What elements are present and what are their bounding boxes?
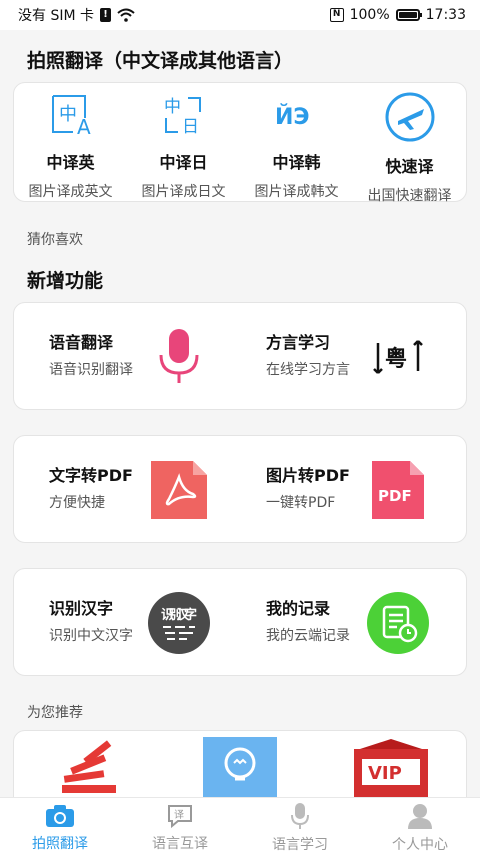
recognize-chars-name: 识别汉字 xyxy=(49,599,114,618)
dialect-learn-desc: 在线学习方言 xyxy=(266,362,350,378)
zh-ko-icon: ЙЭ xyxy=(269,91,325,139)
recognize-chars-desc: 识别中文汉字 xyxy=(49,628,133,644)
recommend-card: VIP xyxy=(13,730,467,797)
nfc-icon: N xyxy=(329,8,344,22)
photo-translate-card: 中 A 中译英 图片译成英文 中 日 中译日 图片译成日文 ЙЭ 中译韩 图片译… xyxy=(13,82,467,204)
carrier-text: 没有 SIM 卡 xyxy=(18,8,94,24)
tab-language-learning[interactable]: 语言学习 xyxy=(240,798,360,853)
zh-ja-button[interactable]: 中 日 中译日 图片译成日文 xyxy=(127,83,240,201)
zh-en-desc: 图片译成英文 xyxy=(28,184,113,200)
status-bar: 没有 SIM 卡 ! N 100% 17:33 xyxy=(0,0,480,30)
text-to-pdf-name: 文字转PDF xyxy=(49,466,133,485)
svg-text:PDF: PDF xyxy=(378,487,412,505)
zh-ko-desc: 图片译成韩文 xyxy=(254,184,339,200)
text-to-pdf-button[interactable]: 文字转PDF 方便快捷 xyxy=(14,436,240,542)
tab-language-learning-label: 语言学习 xyxy=(272,837,328,853)
feature-card-3: 识别汉字 识别中文汉字 识别汉字 我的记录 我的云端记录 xyxy=(13,568,467,676)
tab-language-translate-label: 语言互译 xyxy=(152,836,208,852)
camera-icon xyxy=(45,802,75,829)
quick-translate-button[interactable]: 快速译 出国快速翻译 xyxy=(353,83,466,204)
airplane-icon xyxy=(382,91,438,143)
vip-app-icon: VIP xyxy=(353,739,428,797)
chinese-characters-icon: 识别汉字 xyxy=(147,591,211,655)
quick-translate-desc: 出国快速翻译 xyxy=(367,188,452,204)
recommend-item-3[interactable]: VIP xyxy=(351,737,431,797)
zh-ko-button[interactable]: ЙЭ 中译韩 图片译成韩文 xyxy=(240,83,353,201)
tab-language-translate[interactable]: 译 语言互译 xyxy=(120,798,240,853)
image-to-pdf-name: 图片转PDF xyxy=(266,466,350,485)
voice-translate-name: 语音翻译 xyxy=(49,333,114,352)
svg-text:VIP: VIP xyxy=(368,763,402,784)
records-clock-icon xyxy=(366,591,430,655)
sim-alert-icon: ! xyxy=(100,8,111,22)
pdf-acrobat-icon xyxy=(147,458,211,522)
svg-text:ЙЭ: ЙЭ xyxy=(275,104,310,130)
text-to-pdf-desc: 方便快捷 xyxy=(49,495,105,511)
recognize-chars-button[interactable]: 识别汉字 识别中文汉字 识别汉字 xyxy=(14,569,240,675)
bottom-tab-bar: 拍照翻译 译 语言互译 语言学习 个人中心 xyxy=(0,797,480,853)
microphone-tab-icon xyxy=(285,802,315,830)
zh-ko-name: 中译韩 xyxy=(272,153,321,172)
svg-text:中: 中 xyxy=(59,104,77,125)
lightbulb-app-icon xyxy=(202,737,277,797)
clock: 17:33 xyxy=(425,7,466,23)
recommend-label: 为您推荐 xyxy=(27,705,83,721)
guess-label: 猜你喜欢 xyxy=(27,232,83,248)
quick-translate-name: 快速译 xyxy=(385,157,434,176)
new-features-title: 新增功能 xyxy=(27,270,104,292)
voice-translate-button[interactable]: 语音翻译 语音识别翻译 xyxy=(14,303,240,409)
my-records-desc: 我的云端记录 xyxy=(266,628,350,644)
chat-translate-icon: 译 xyxy=(165,802,195,829)
recommend-item-1[interactable] xyxy=(49,737,129,797)
person-icon xyxy=(405,802,435,830)
cantonese-icon: 粤 xyxy=(366,325,430,389)
svg-text:日: 日 xyxy=(182,117,199,137)
zh-en-button[interactable]: 中 A 中译英 图片译成英文 xyxy=(14,83,127,201)
stack-app-icon xyxy=(62,740,117,793)
tab-personal-center-label: 个人中心 xyxy=(392,837,448,853)
my-records-button[interactable]: 我的记录 我的云端记录 xyxy=(240,569,466,675)
zh-en-icon: 中 A xyxy=(43,91,99,139)
dialect-learn-name: 方言学习 xyxy=(266,333,331,352)
microphone-icon xyxy=(147,325,211,389)
status-left: 没有 SIM 卡 ! xyxy=(18,5,135,25)
status-right: N 100% 17:33 xyxy=(329,7,466,23)
svg-text:A: A xyxy=(77,115,91,138)
main-scroll[interactable]: 拍照翻译（中文译成其他语言） 中 A 中译英 图片译成英文 中 日 中译日 图片… xyxy=(0,30,480,797)
tab-photo-translate[interactable]: 拍照翻译 xyxy=(0,798,120,853)
zh-en-name: 中译英 xyxy=(46,153,95,172)
svg-text:译: 译 xyxy=(174,809,184,821)
svg-text:中: 中 xyxy=(164,97,181,117)
battery-icon xyxy=(395,9,422,21)
tab-personal-center[interactable]: 个人中心 xyxy=(360,798,480,853)
battery-percent: 100% xyxy=(349,7,390,23)
feature-card-2: 文字转PDF 方便快捷 图片转PDF 一键转PDF PDF xyxy=(13,435,467,543)
image-to-pdf-button[interactable]: 图片转PDF 一键转PDF PDF xyxy=(240,436,466,542)
voice-translate-desc: 语音识别翻译 xyxy=(49,362,133,378)
zh-ja-icon: 中 日 xyxy=(156,91,212,139)
recommend-item-2[interactable] xyxy=(200,737,280,797)
zh-ja-name: 中译日 xyxy=(159,153,208,172)
wifi-icon xyxy=(117,8,135,22)
dialect-learn-button[interactable]: 方言学习 在线学习方言 粤 xyxy=(240,303,466,409)
svg-text:识别汉字: 识别汉字 xyxy=(161,607,197,623)
tab-photo-translate-label: 拍照翻译 xyxy=(32,836,88,852)
pdf-file-icon: PDF xyxy=(366,458,430,522)
zh-ja-desc: 图片译成日文 xyxy=(141,184,226,200)
feature-card-1: 语音翻译 语音识别翻译 方言学习 在线学习方言 粤 xyxy=(13,302,467,410)
photo-translate-title: 拍照翻译（中文译成其他语言） xyxy=(27,50,294,72)
svg-text:粤: 粤 xyxy=(385,346,407,372)
image-to-pdf-desc: 一键转PDF xyxy=(266,495,336,511)
my-records-name: 我的记录 xyxy=(266,599,331,618)
